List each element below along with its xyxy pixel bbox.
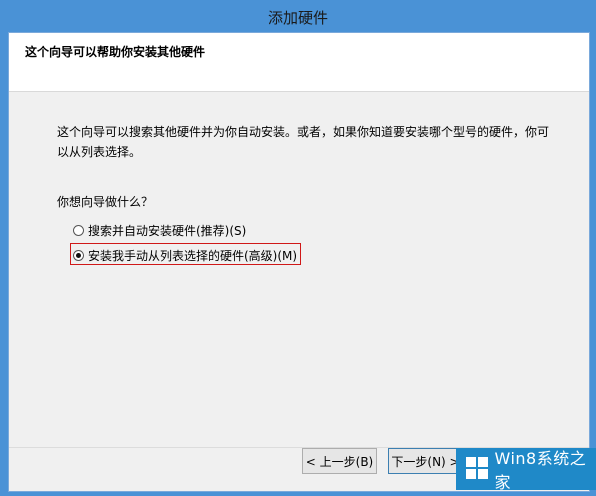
header-title: 这个向导可以帮助你安装其他硬件 [25, 45, 206, 59]
option-manual-select-label[interactable]: 安装我手动从列表选择的硬件(高级)(M) [88, 247, 297, 264]
title-bar[interactable]: 添加硬件 [0, 0, 596, 33]
back-button[interactable]: < 上一步(B) [302, 448, 377, 474]
watermark-text: Win8系统之家 [494, 449, 587, 492]
wizard-description: 这个向导可以搜索其他硬件并为你自动安装。或者，如果你知道要安装哪个型号的硬件，你… [57, 125, 550, 159]
wizard-client-area: 这个向导可以帮助你安装其他硬件 这个向导可以搜索其他硬件并为你自动安装。或者，如… [8, 32, 590, 492]
wizard-window: 添加硬件 这个向导可以帮助你安装其他硬件 这个向导可以搜索其他硬件并为你自动安装… [0, 0, 596, 496]
radio-auto-search[interactable] [73, 224, 84, 236]
wizard-body: 这个向导可以搜索其他硬件并为你自动安装。或者，如果你知道要安装哪个型号的硬件，你… [9, 92, 589, 447]
windows-logo-icon [466, 457, 489, 481]
window-title: 添加硬件 [267, 9, 328, 27]
site-watermark: Win8系统之家 [456, 448, 596, 492]
wizard-header: 这个向导可以帮助你安装其他硬件 [9, 33, 589, 92]
wizard-question: 你想向导做什么？ [57, 195, 154, 209]
radio-manual-select[interactable] [73, 249, 84, 261]
option-manual-select[interactable]: 安装我手动从列表选择的硬件(高级)(M) [73, 245, 297, 265]
option-auto-search[interactable]: 搜索并自动安装硬件(推荐)(S) [73, 220, 246, 240]
next-button[interactable]: 下一步(N) > [388, 448, 463, 474]
option-auto-search-label[interactable]: 搜索并自动安装硬件(推荐)(S) [88, 222, 246, 239]
